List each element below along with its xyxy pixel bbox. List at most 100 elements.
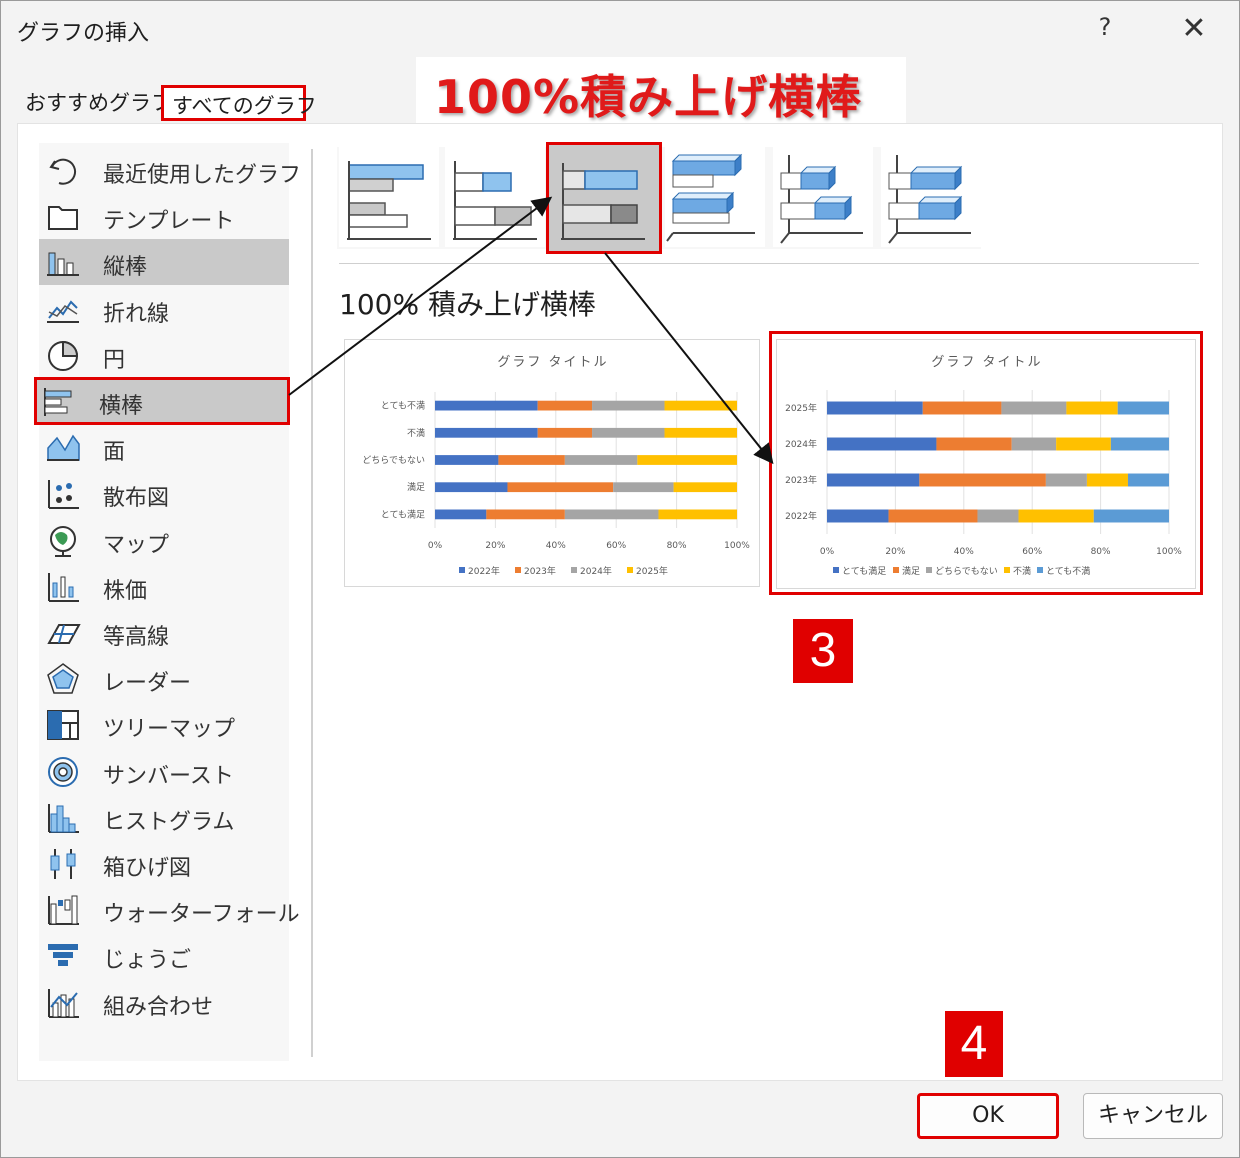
sidebar-item-surface-chart[interactable]: 等高線: [39, 609, 289, 655]
y-category-label: どちらでもない: [362, 455, 425, 466]
step-4-badge: 4: [945, 1011, 1003, 1077]
bar-segment: [435, 400, 538, 411]
tab-recommended-charts[interactable]: おすすめグラフ: [25, 87, 172, 117]
bar-segment: [1093, 509, 1169, 523]
bar-segment: [507, 482, 614, 493]
chart-preview-by-category[interactable]: グラフ タイトル 0% 20% 40% 60% 80% 100% とても不満 不満 どちらでもない…: [344, 339, 760, 587]
column-chart-icon: [45, 245, 81, 279]
insert-chart-dialog: グラフの挿入 ? ✕ おすすめグラフ すべてのグラフ 100%積み上げ横棒 最近…: [0, 0, 1240, 1158]
sidebar-item-waterfall[interactable]: ウォーターフォール: [39, 886, 300, 932]
chart-type-list: 最近使用したグラフ テンプレート縦棒折れ線円横棒面散布図 マップ 株価等高線レーダーツ…: [34, 143, 301, 1061]
sidebar-item-bar-chart[interactable]: 横棒: [34, 377, 290, 425]
line-chart-icon: [45, 292, 81, 326]
legend-label: とても不満: [1046, 566, 1090, 577]
bar-segment: [1045, 473, 1087, 487]
stacked-bar-icon: [453, 161, 537, 240]
sidebar-item-area-chart[interactable]: 面: [39, 424, 289, 470]
dialog-title: グラフの挿入: [17, 21, 150, 46]
sidebar-item-label: 箱ひげ図: [103, 856, 192, 881]
sidebar-item-label: 横棒: [99, 394, 144, 419]
sidebar-item-label: サンバースト: [103, 763, 234, 789]
sidebar-item-label: 最近使用したグラフ: [103, 163, 302, 188]
recent-icon: [45, 153, 81, 187]
sidebar-item-label: 組み合わせ: [103, 994, 214, 1020]
sidebar-item-folder[interactable]: テンプレート: [39, 193, 289, 239]
bar-segment: [498, 455, 565, 465]
help-icon[interactable]: ?: [1091, 13, 1119, 45]
legend-label: 2022年: [468, 565, 500, 577]
sidebar-item-map[interactable]: マップ: [39, 517, 289, 563]
scatter-chart-icon: [45, 476, 81, 510]
3d-clustered-bar-thumb[interactable]: [665, 147, 765, 247]
waterfall-icon: [45, 892, 81, 926]
sidebar-item-line-chart[interactable]: 折れ線: [39, 286, 289, 332]
bar-chart-icon: [41, 384, 77, 418]
x-tick-label: 20%: [885, 547, 905, 557]
bar-segment: [827, 437, 937, 451]
x-tick-label: 40%: [546, 541, 566, 551]
sidebar-item-funnel[interactable]: じょうご: [39, 932, 289, 978]
y-category-label: 不満: [407, 428, 425, 439]
legend-label: どちらでもない: [935, 566, 998, 577]
bar-segment: [664, 400, 737, 411]
sidebar-item-pie-chart[interactable]: 円: [39, 332, 289, 378]
close-icon[interactable]: ✕: [1177, 11, 1211, 47]
sidebar-item-label: 等高線: [103, 625, 170, 650]
3d-percent-stacked-bar-thumb[interactable]: [881, 147, 981, 247]
legend-swatch: [893, 567, 899, 573]
x-tick-label: 80%: [667, 541, 687, 551]
percent-stacked-bar-thumb[interactable]: [546, 142, 662, 254]
legend-swatch: [515, 567, 521, 573]
sidebar-item-scatter-chart[interactable]: 散布図: [39, 470, 289, 516]
clustered-bar-icon: [347, 161, 431, 240]
x-tick-label: 100%: [1156, 547, 1182, 557]
sidebar-item-recent[interactable]: 最近使用したグラフ: [39, 147, 301, 193]
ok-button[interactable]: OK: [917, 1093, 1059, 1139]
bar-segment: [827, 473, 920, 487]
sidebar-item-label: テンプレート: [103, 209, 235, 235]
sidebar-item-treemap[interactable]: ツリーマップ: [39, 701, 289, 747]
cancel-button[interactable]: キャンセル: [1083, 1093, 1223, 1139]
bar-segment: [592, 427, 665, 438]
sidebar-item-stock-chart[interactable]: 株価: [39, 563, 289, 609]
clustered-bar-thumb[interactable]: [339, 147, 439, 247]
preview-chart-1: グラフ タイトル 0% 20% 40% 60% 80% 100% とても不満不満どちらでもない…: [362, 355, 750, 577]
stacked-bar-thumb[interactable]: [445, 147, 545, 247]
sidebar-item-radar-chart[interactable]: レーダー: [39, 655, 289, 701]
legend-label: とても満足: [842, 566, 886, 577]
sidebar-item-label: 円: [103, 347, 126, 373]
bar-segment: [827, 401, 923, 415]
legend-swatch: [1004, 567, 1010, 573]
chart-preview-by-year[interactable]: グラフ タイトル 0% 20% 40% 60% 80% 100% 2025年 2024年 2023…: [776, 339, 1196, 589]
bar-segment: [936, 437, 1012, 451]
bar-segment: [435, 482, 508, 493]
pie-chart-icon: [45, 338, 81, 372]
bar-segment: [922, 401, 1002, 415]
x-tick-label: 40%: [954, 547, 974, 557]
preview-chart-title: グラフ タイトル: [931, 355, 1042, 370]
bar-segment: [1066, 401, 1118, 415]
legend-label: 満足: [902, 566, 920, 577]
bar-segment: [1086, 473, 1128, 487]
3d-stacked-bar-thumb[interactable]: [773, 147, 873, 247]
sidebar-item-column-chart[interactable]: 縦棒: [39, 239, 289, 286]
stock-chart-icon: [45, 569, 81, 603]
y-category-label: とても不満: [381, 401, 425, 412]
bar-segment: [888, 509, 978, 523]
sidebar-item-label: 折れ線: [103, 301, 170, 327]
bar-segment: [673, 482, 737, 493]
x-tick-label: 20%: [485, 541, 505, 551]
funnel-icon: [45, 938, 81, 972]
sidebar-item-histogram[interactable]: ヒストグラム: [39, 794, 289, 840]
radar-chart-icon: [45, 661, 81, 695]
annotation-banner-text: 100%積み上げ横棒: [434, 70, 863, 124]
bar-segment: [1127, 473, 1169, 487]
treemap-icon: [45, 707, 81, 741]
separator: [311, 149, 313, 1057]
y-category-label: とても満足: [381, 509, 425, 520]
sidebar-item-combo-chart[interactable]: 組み合わせ: [39, 979, 289, 1025]
sidebar-item-boxplot[interactable]: 箱ひげ図: [39, 840, 289, 886]
sidebar-item-sunburst[interactable]: サンバースト: [39, 748, 289, 794]
subtype-title: 100% 積み上げ横棒: [339, 288, 596, 321]
tab-all-charts[interactable]: すべてのグラフ: [161, 85, 317, 121]
